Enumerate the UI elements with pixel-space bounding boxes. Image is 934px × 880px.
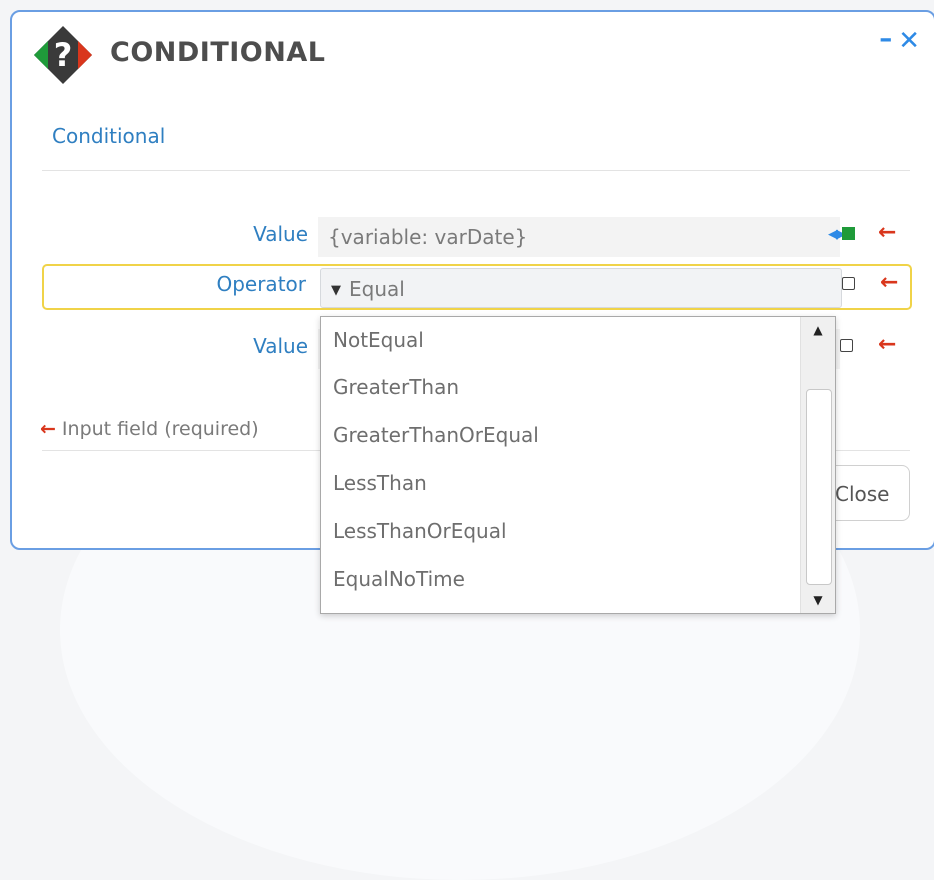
option-less-than[interactable]: LessThan <box>321 459 835 507</box>
required-arrow-icon: ← <box>878 220 897 245</box>
operator-selected-value: Equal <box>349 277 405 301</box>
value-row-1: Value {variable: varDate} ◀▶ ← <box>42 214 912 260</box>
required-arrow-icon: ← <box>880 270 899 295</box>
required-hint: ← Input field (required) <box>40 418 259 440</box>
green-status-icon[interactable] <box>842 227 855 240</box>
option-less-than-or-equal[interactable]: LessThanOrEqual <box>321 507 835 555</box>
option-greater-than-or-equal[interactable]: GreaterThanOrEqual <box>321 411 835 459</box>
value-input-1[interactable]: {variable: varDate} <box>318 217 840 257</box>
value-label-2: Value <box>253 334 308 358</box>
operator-label: Operator <box>216 272 306 296</box>
option-equal-no-time[interactable]: EqualNoTime <box>321 555 835 603</box>
scroll-up-icon[interactable]: ▲ <box>801 317 835 343</box>
operator-row: Operator ▼ Equal ← <box>42 264 912 310</box>
required-arrow-icon: ← <box>878 332 897 357</box>
svg-text:?: ? <box>54 36 73 74</box>
chevron-down-icon: ▼ <box>331 283 341 298</box>
value-label-1: Value <box>253 222 308 246</box>
operator-select[interactable]: ▼ Equal <box>320 268 842 308</box>
dropdown-scrollbar[interactable]: ▲ ▼ <box>800 317 835 613</box>
option-greater-than[interactable]: GreaterThan <box>321 363 835 411</box>
dialog-title: CONDITIONAL <box>110 37 326 68</box>
close-icon[interactable]: ✕ <box>898 26 920 56</box>
operator-checkbox[interactable] <box>842 277 855 290</box>
minimize-icon[interactable]: – <box>879 24 892 54</box>
section-conditional-link[interactable]: Conditional <box>52 124 165 148</box>
value-checkbox[interactable] <box>840 339 853 352</box>
operator-dropdown-list: NotEqual GreaterThan GreaterThanOrEqual … <box>320 316 836 614</box>
required-arrow-icon: ← <box>40 418 56 440</box>
divider <box>42 170 910 171</box>
scroll-down-icon[interactable]: ▼ <box>801 587 835 613</box>
hint-text: Input field (required) <box>61 418 259 440</box>
option-not-equal[interactable]: NotEqual <box>321 317 835 363</box>
question-diamond-icon: ? <box>34 26 92 84</box>
scrollbar-thumb[interactable] <box>806 389 832 585</box>
